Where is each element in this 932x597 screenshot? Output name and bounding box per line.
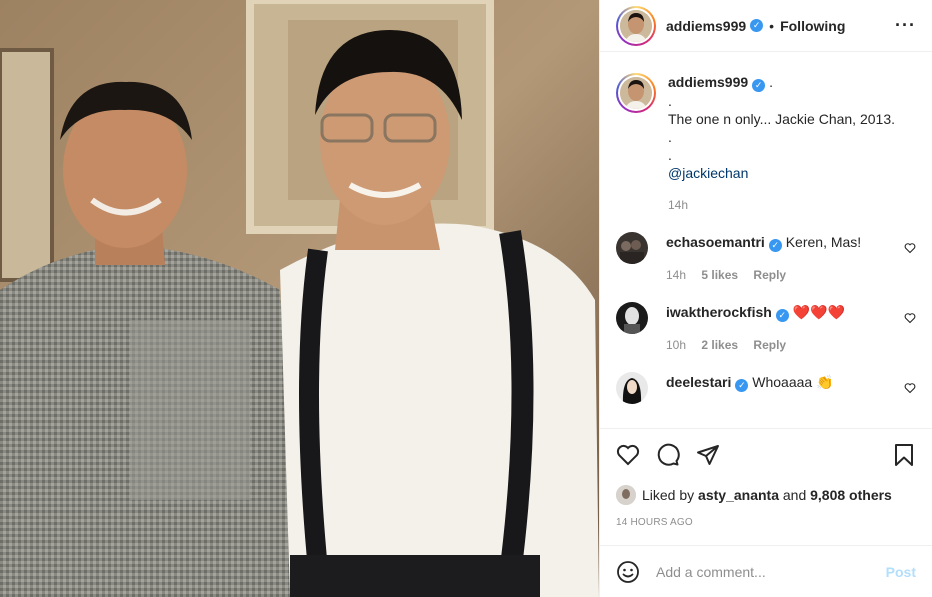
avatar-image — [616, 302, 648, 334]
post-comment-button[interactable]: Post — [886, 564, 916, 580]
comment-text: ❤️❤️❤️ — [792, 304, 846, 320]
comment-body: deelestari ✓ Whoaaaa 👏 — [666, 372, 834, 404]
verified-badge-icon: ✓ — [750, 19, 764, 32]
verified-badge-icon: ✓ — [752, 79, 766, 92]
verified-badge-icon: ✓ — [775, 309, 789, 322]
comment-username[interactable]: echasoemantri — [666, 234, 765, 250]
smiley-icon[interactable] — [616, 560, 640, 584]
comment-item: echasoemantri ✓ Keren, Mas! 14h 5 likes R… — [616, 232, 916, 284]
comment-body: echasoemantri ✓ Keren, Mas! 14h 5 likes R… — [666, 232, 861, 284]
comment-username[interactable]: iwaktherockfish — [666, 304, 772, 320]
comment-meta: 10h 2 likes Reply — [666, 336, 845, 354]
avatar-image — [616, 372, 648, 404]
post-photo[interactable] — [0, 0, 599, 597]
post-timestamp[interactable]: 14 HOURS AGO — [616, 517, 916, 528]
comment-likes[interactable]: 5 likes — [701, 268, 738, 282]
post-actions: Liked by asty_ananta and 9,808 others 14… — [600, 428, 932, 546]
comment-like-heart-icon[interactable] — [904, 382, 916, 394]
commenter-avatar[interactable] — [616, 302, 648, 334]
comment-item: deelestari ✓ Whoaaaa 👏 — [616, 372, 916, 404]
comments-area[interactable]: addiems999 ✓ . . The one n only... Jackie… — [600, 53, 932, 427]
commenter-avatar[interactable] — [616, 232, 648, 264]
liker-avatar[interactable] — [616, 485, 636, 505]
photo-illustration — [0, 0, 599, 597]
comment-meta: 14h 5 likes Reply — [666, 266, 861, 284]
liked-count-link[interactable]: 9,808 others — [810, 487, 892, 503]
comment-time[interactable]: 10h — [666, 338, 686, 352]
reply-button[interactable]: Reply — [753, 338, 786, 352]
liked-user-link[interactable]: asty_ananta — [698, 487, 779, 503]
avatar-image — [620, 9, 652, 42]
caption-mention-link[interactable]: @jackiechan — [668, 164, 895, 182]
verified-badge-icon: ✓ — [768, 239, 782, 252]
post-side-panel: addiems999 ✓ • Following ··· addiems999 … — [599, 0, 932, 597]
caption-line: . — [668, 129, 672, 145]
author-avatar[interactable] — [616, 5, 656, 46]
verified-badge-icon: ✓ — [735, 379, 749, 392]
liked-and: and — [782, 487, 807, 503]
comment-body: iwaktherockfish ✓ ❤️❤️❤️ 10h 2 likes Repl… — [666, 302, 845, 354]
add-comment-bar: Post — [600, 545, 932, 597]
action-icon-row — [616, 429, 916, 481]
comment-text: Whoaaaa 👏 — [752, 374, 834, 390]
caption-line: . — [668, 147, 672, 163]
header-username[interactable]: addiems999 — [666, 18, 746, 34]
paper-plane-icon[interactable] — [696, 443, 720, 467]
liked-by-line: Liked by asty_ananta and 9,808 others — [616, 485, 916, 505]
comment-item: iwaktherockfish ✓ ❤️❤️❤️ 10h 2 likes Repl… — [616, 302, 916, 354]
heart-icon[interactable] — [616, 443, 640, 467]
caption-username[interactable]: addiems999 — [668, 74, 748, 90]
comment-username[interactable]: deelestari — [666, 374, 731, 390]
following-button[interactable]: Following — [780, 18, 845, 34]
caption-avatar[interactable] — [616, 73, 656, 113]
comment-input[interactable] — [656, 563, 886, 580]
comment-icon[interactable] — [656, 443, 680, 467]
post-caption: addiems999 ✓ . . The one n only... Jackie… — [616, 53, 916, 214]
reply-button[interactable]: Reply — [753, 268, 786, 282]
comment-like-heart-icon[interactable] — [904, 312, 916, 324]
avatar-inner — [618, 7, 654, 44]
avatar-image — [620, 77, 652, 109]
commenter-avatar[interactable] — [616, 372, 648, 404]
caption-time[interactable]: 14h — [668, 196, 895, 214]
avatar-face-icon — [620, 9, 652, 42]
bookmark-icon[interactable] — [892, 443, 916, 467]
avatar-inner — [618, 75, 654, 111]
avatar-image — [616, 232, 648, 264]
post-header: addiems999 ✓ • Following ··· — [600, 0, 932, 52]
caption-line: The one n only... Jackie Chan, 2013. — [668, 111, 895, 127]
comment-time[interactable]: 14h — [666, 268, 686, 282]
avatar-image — [616, 485, 636, 505]
header-separator: • — [769, 17, 775, 34]
comment-likes[interactable]: 2 likes — [701, 338, 738, 352]
caption-body: addiems999 ✓ . . The one n only... Jackie… — [668, 73, 895, 214]
avatar-face-icon — [620, 77, 652, 109]
caption-line: . — [769, 74, 773, 90]
comment-like-heart-icon[interactable] — [904, 242, 916, 254]
caption-line: . — [668, 93, 672, 109]
comment-text: Keren, Mas! — [785, 234, 862, 250]
liked-prefix: Liked by — [642, 487, 695, 503]
more-options-icon[interactable]: ··· — [895, 15, 916, 36]
